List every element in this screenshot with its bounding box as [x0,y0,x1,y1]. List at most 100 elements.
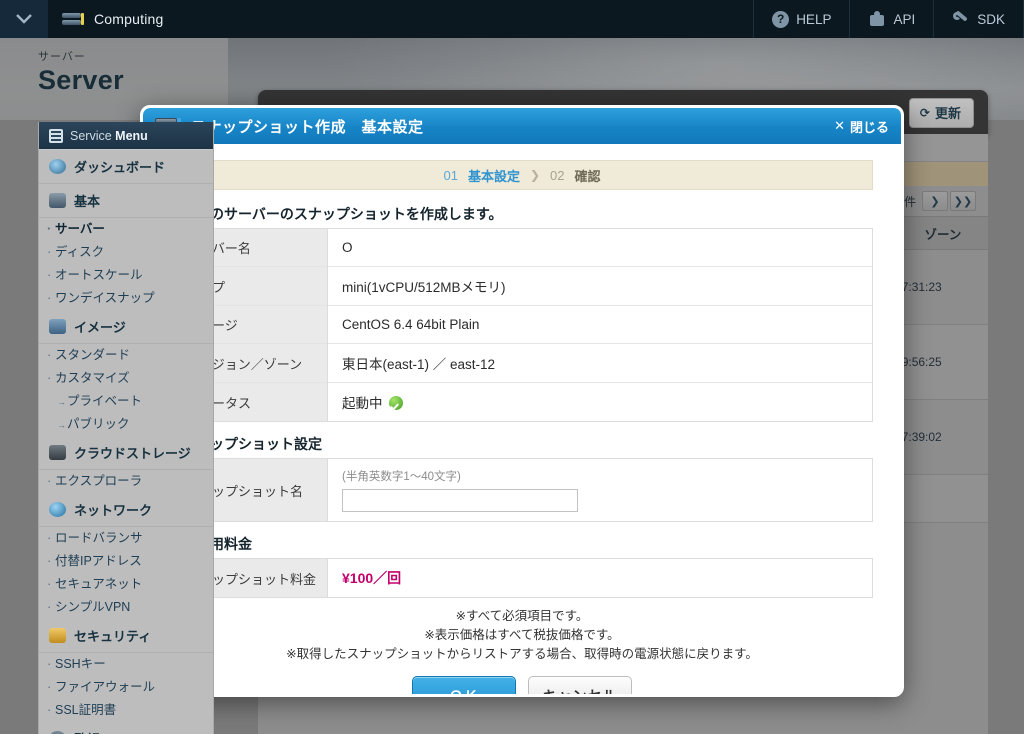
refresh-icon: ⟳ [919,105,930,120]
step-1-label: 基本設定 [467,168,520,184]
help-button[interactable]: ? HELP [753,0,849,38]
sidebar-group-label: ネットワーク [74,503,153,518]
info-value: O [342,240,353,255]
storage-icon [49,445,66,460]
ok-button[interactable]: ＯＫ [412,676,516,694]
sidebar-item-ワンデイスナップ[interactable]: ワンデイスナップ [39,287,213,310]
status-text: 起動中 [342,396,383,411]
sidebar-item-カスタマイズ[interactable]: カスタマイズ [39,367,213,390]
snapshot-create-dialog: スナップショット作成 基本設定 ✕ 閉じる 01 基本設定 ❯ 02 確認 以下… [140,105,904,697]
section-title-fee: ご利用料金 [171,536,873,552]
fee-value-cell: ¥100／回 [328,559,873,598]
product-label: Computing [94,11,164,27]
sidebar-item-セキュアネット[interactable]: セキュアネット [39,573,213,596]
sidebar-group-3[interactable]: イメージ [39,310,213,344]
puzzle-piece-icon [868,10,886,28]
sidebar-group-label: ダッシュボード [74,160,166,175]
dialog-notes: ※すべて必須項目です。 ※表示価格はすべて税抜価格です。 ※取得したスナップショ… [171,607,873,664]
sidebar-item-SSHキー[interactable]: SSHキー [39,653,213,676]
chevron-right-icon[interactable]: ❯ [922,191,948,211]
server-stack-icon [62,11,84,27]
info-value: 東日本(east-1) ／ east-12 [342,357,496,372]
column-header-zone: ゾーン [924,227,962,242]
sidebar-item-付替IPアドレス[interactable]: 付替IPアドレス [39,550,213,573]
sidebar-header: Service Service MenuMenu [39,122,213,149]
dashboard-icon [49,159,66,174]
dialog-titlebar: スナップショット作成 基本設定 ✕ 閉じる [143,108,901,144]
topbar-actions: ? HELP API SDK [753,0,1024,38]
app-root: Computing ? HELP API SDK サーバー Server ⟳ 更… [0,0,1024,734]
sidebar-item-ファイアウォール[interactable]: ファイアウォール [39,676,213,699]
sdk-button[interactable]: SDK [933,0,1024,38]
sidebar-group-label: イメージ [74,320,126,335]
lock-icon [49,628,66,643]
double-chevron-right-icon[interactable]: ❯❯ [950,191,976,211]
check-ok-icon [388,396,403,410]
sidebar-item-ディスク[interactable]: ディスク [39,241,213,264]
info-row-type: タイプ mini(1vCPU/512MBメモリ) [171,266,873,306]
sidebar-item-シンプルVPN[interactable]: シンプルVPN [39,596,213,619]
snapshot-name-input[interactable] [342,489,578,512]
note-3: ※取得したスナップショットからリストアする場合、取得時の電源状態に戻ります。 [286,647,758,661]
info-row-status: ステータス 起動中 [171,382,873,422]
sidebar-group-6[interactable]: セキュリティ [39,619,213,653]
sidebar-item-ロードバランサ[interactable]: ロードバランサ [39,527,213,550]
snapshot-name-hint: (半角英数字1～40文字) [342,471,461,483]
sidebar-group-label: クラウドストレージ [74,446,191,461]
sidebar-item-スタンダード[interactable]: スタンダード [39,344,213,367]
chevron-down-icon[interactable] [0,0,48,38]
page-title: Server [38,65,124,95]
sidebar-group-label: セキュリティ [74,629,152,644]
wrench-icon [952,9,970,28]
snapshot-name-row: スナップショット名 (半角英数字1～40文字) [171,458,873,522]
note-2: ※表示価格はすべて税抜価格です。 [424,628,620,642]
server-icon [49,193,66,208]
api-button[interactable]: API [849,0,933,38]
snapshot-name-cell: (半角英数字1～40文字) [328,459,873,522]
info-value: CentOS 6.4 64bit Plain [342,317,480,332]
sidebar-group-2[interactable]: 基本 [39,184,213,218]
sidebar-item-サーバー[interactable]: サーバー [39,218,213,241]
dialog-title: スナップショット作成 基本設定 [191,118,424,136]
fee-value: ¥100／回 [342,570,402,586]
section-title-server-info: 以下のサーバーのスナップショットを作成します。 [171,206,873,222]
network-icon [49,502,66,517]
dialog-buttons: ＯＫ キャンセル [171,676,873,694]
menu-list-icon [49,128,63,143]
info-row-region-zone: リージョン／ゾーン 東日本(east-1) ／ east-12 [171,343,873,383]
sidebar-group-1[interactable]: ダッシュボード [39,149,213,184]
sidebar-group-4[interactable]: クラウドストレージ [39,436,213,470]
cancel-button[interactable]: キャンセル [528,676,632,694]
chevron-right-icon: ❯ [529,168,541,182]
sidebar-item-オートスケール[interactable]: オートスケール [39,264,213,287]
dialog-body: 01 基本設定 ❯ 02 確認 以下のサーバーのスナップショットを作成します。 … [143,144,901,694]
close-button[interactable]: ✕ 閉じる [834,117,889,136]
api-label: API [893,11,916,27]
sidebar-group-label: 監視 [74,729,100,734]
info-row-server-name: サーバー名 O [171,228,873,267]
global-topbar: Computing ? HELP API SDK [0,0,1024,38]
sidebar-item-プライベート[interactable]: プライベート [39,390,213,413]
sidebar-item-エクスプローラ[interactable]: エクスプローラ [39,470,213,493]
service-menu-sidebar: Service Service MenuMenu ダッシュボード基本サーバーディ… [38,122,214,734]
sidebar-group-label: 基本 [74,194,101,209]
step-2-number: 02 [550,167,565,183]
sidebar-item-パブリック[interactable]: パブリック [39,413,213,436]
close-icon: ✕ [834,118,845,133]
wizard-steps: 01 基本設定 ❯ 02 確認 [171,160,873,190]
sidebar-header-label: Service Service MenuMenu [70,128,148,143]
sdk-label: SDK [977,11,1005,27]
product-switcher[interactable]: Computing [48,0,178,38]
list-count-suffix: 件 [903,194,916,209]
info-value: mini(1vCPU/512MBメモリ) [342,280,506,295]
snapshot-settings-table: スナップショット名 (半角英数字1～40文字) [171,458,873,522]
page-title-kana: サーバー [38,51,86,63]
sidebar-item-SSL証明書[interactable]: SSL証明書 [39,699,213,722]
step-2-label: 確認 [574,168,601,184]
refresh-button[interactable]: ⟳ 更新 [908,98,974,128]
question-mark-icon: ? [772,10,790,28]
section-title-snapshot-settings: スナップショット設定 [171,436,873,452]
image-icon [49,319,66,334]
sidebar-group-5[interactable]: ネットワーク [39,493,213,527]
sidebar-group-7[interactable]: 監視 [39,722,213,734]
